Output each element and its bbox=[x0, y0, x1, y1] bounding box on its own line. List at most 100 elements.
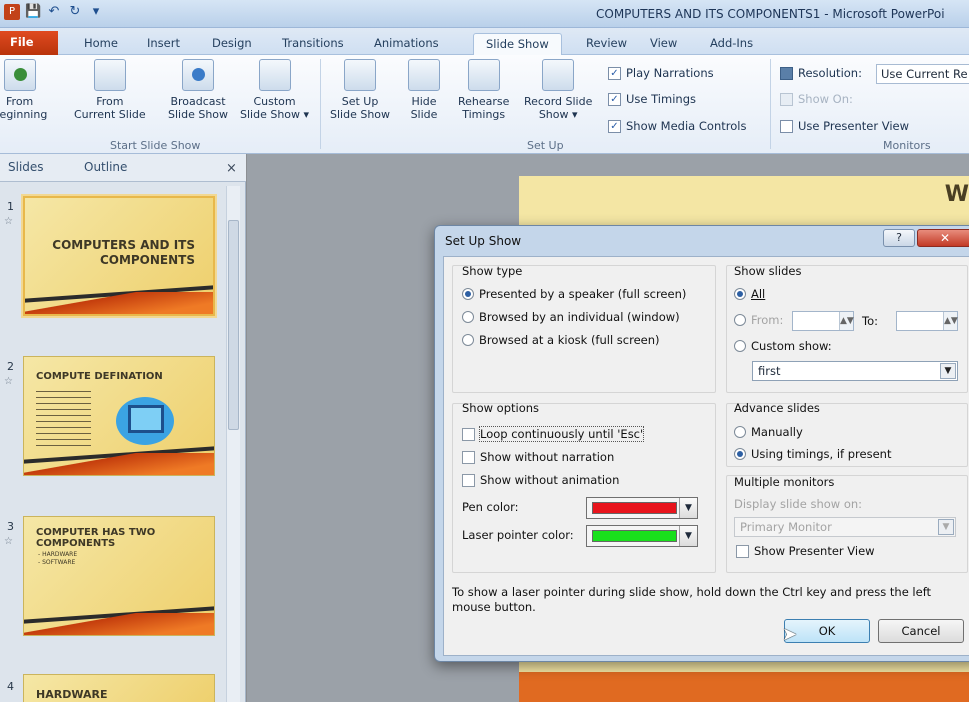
from-slide-spinner[interactable]: ▲▼ bbox=[792, 311, 854, 331]
browsed-by-individual-radio[interactable]: Browsed by an individual (window) bbox=[462, 310, 680, 324]
tab-view[interactable]: View bbox=[638, 33, 689, 55]
presented-by-speaker-radio[interactable]: Presented by a speaker (full screen) bbox=[462, 287, 686, 301]
undo-icon[interactable]: ↶ bbox=[46, 4, 62, 20]
use-timings-checkbox[interactable]: ✓ Use Timings bbox=[608, 92, 696, 106]
spinner-arrows-icon[interactable]: ▲▼ bbox=[943, 312, 958, 330]
projector-icon bbox=[93, 59, 126, 91]
slide-number: 1 bbox=[7, 200, 14, 213]
tab-insert[interactable]: Insert bbox=[135, 33, 192, 55]
setup-show-icon bbox=[344, 59, 377, 91]
show-presenter-view-checkbox[interactable]: Show Presenter View bbox=[736, 544, 875, 558]
multiple-monitors-label: Multiple monitors bbox=[734, 475, 835, 489]
tab-review[interactable]: Review bbox=[574, 33, 639, 55]
custom-slide-show-button[interactable]: Custom Slide Show ▾ bbox=[240, 59, 309, 121]
tab-home[interactable]: Home bbox=[72, 33, 130, 55]
tab-animations[interactable]: Animations bbox=[362, 33, 451, 55]
slide-title: COMPUTERS AND ITS COMPONENTS bbox=[52, 238, 195, 267]
slide-thumbnail-3[interactable]: COMPUTER HAS TWO COMPONENTS - HARDWARE -… bbox=[23, 516, 215, 636]
advance-slides-label: Advance slides bbox=[734, 401, 820, 415]
all-slides-radio[interactable]: All bbox=[734, 287, 765, 301]
resolution-label: Resolution: bbox=[780, 66, 862, 80]
pen-color-label: Pen color: bbox=[462, 500, 519, 514]
monitor-icon bbox=[780, 66, 793, 80]
use-presenter-view-checkbox[interactable]: Use Presenter View bbox=[780, 119, 909, 133]
tab-design[interactable]: Design bbox=[200, 33, 264, 55]
dialog-body: Show type Presented by a speaker (full s… bbox=[443, 256, 969, 656]
group-separator bbox=[320, 59, 321, 149]
chevron-down-icon[interactable]: ▼ bbox=[679, 498, 697, 518]
redo-icon[interactable]: ↻ bbox=[67, 4, 83, 20]
play-narrations-checkbox[interactable]: ✓ Play Narrations bbox=[608, 66, 714, 80]
to-slide-spinner[interactable]: ▲▼ bbox=[896, 311, 958, 331]
hide-slide-icon bbox=[408, 59, 440, 91]
help-button[interactable]: ? bbox=[883, 229, 915, 247]
panel-scrollbar[interactable] bbox=[226, 186, 240, 702]
save-icon[interactable]: 💾 bbox=[25, 4, 41, 20]
slide-title: COMPUTER HAS TWO COMPONENTS bbox=[36, 527, 156, 549]
resolution-select[interactable]: Use Current Re bbox=[876, 64, 969, 84]
custom-show-radio[interactable]: Custom show: bbox=[734, 339, 832, 353]
ribbon: From Beginning From Current Slide Broadc… bbox=[0, 55, 969, 154]
customize-qat-icon[interactable]: ▾ bbox=[88, 4, 104, 20]
show-without-narration-checkbox[interactable]: Show without narration bbox=[462, 450, 614, 464]
tab-file[interactable]: File bbox=[0, 31, 58, 55]
display-slide-show-on-label: Display slide show on: bbox=[734, 497, 863, 511]
chevron-down-icon[interactable]: ▼ bbox=[679, 526, 697, 546]
show-on-label: Show On: bbox=[780, 92, 853, 106]
slide-thumbnail-1[interactable]: COMPUTERS AND ITS COMPONENTS bbox=[23, 196, 215, 316]
title-bar: P 💾 ↶ ↻ ▾ COMPUTERS AND ITS COMPONENTS1 … bbox=[0, 0, 969, 28]
laser-pointer-color-picker[interactable]: ▼ bbox=[586, 525, 698, 547]
show-media-controls-checkbox[interactable]: ✓ Show Media Controls bbox=[608, 119, 746, 133]
show-slides-label: Show slides bbox=[734, 264, 802, 278]
rehearse-timings-button[interactable]: Rehearse Timings bbox=[458, 59, 509, 121]
manually-radio[interactable]: Manually bbox=[734, 425, 803, 439]
close-panel-icon[interactable]: × bbox=[226, 161, 237, 176]
slides-panel: Slides Outline × 1 ☆ COMPUTERS AND ITS C… bbox=[0, 154, 246, 702]
slide-bullets: - HARDWARE - SOFTWARE bbox=[38, 551, 78, 566]
app-icon[interactable]: P bbox=[4, 4, 20, 20]
window-title: COMPUTERS AND ITS COMPONENTS1 - Microsof… bbox=[596, 7, 945, 21]
checkmark-icon: ✓ bbox=[608, 92, 621, 106]
transition-star-icon: ☆ bbox=[4, 536, 13, 547]
slide-thumbnail-2[interactable]: COMPUTE DEFINATION bbox=[23, 356, 215, 476]
close-button[interactable]: ✕ bbox=[917, 229, 969, 247]
tab-slides[interactable]: Slides bbox=[8, 160, 44, 174]
using-timings-radio[interactable]: Using timings, if present bbox=[734, 447, 891, 461]
from-radio[interactable]: From: bbox=[734, 313, 783, 327]
transition-star-icon: ☆ bbox=[4, 376, 13, 387]
tab-slide-show[interactable]: Slide Show bbox=[473, 33, 562, 56]
to-label: To: bbox=[862, 314, 878, 328]
browsed-at-kiosk-radio[interactable]: Browsed at a kiosk (full screen) bbox=[462, 333, 660, 347]
record-slide-show-button[interactable]: Record Slide Show ▾ bbox=[524, 59, 592, 121]
chevron-down-icon: ▼ bbox=[938, 519, 954, 535]
chevron-down-icon[interactable]: ▼ bbox=[940, 363, 956, 379]
tab-add-ins[interactable]: Add-Ins bbox=[698, 33, 765, 55]
from-beginning-button[interactable]: From Beginning bbox=[0, 59, 47, 121]
group-label-monitors: Monitors bbox=[883, 139, 931, 152]
panel-tabs: Slides Outline × bbox=[0, 154, 246, 182]
pen-color-picker[interactable]: ▼ bbox=[586, 497, 698, 519]
powerpoint-window: P 💾 ↶ ↻ ▾ COMPUTERS AND ITS COMPONENTS1 … bbox=[0, 0, 969, 702]
custom-show-select[interactable]: first ▼ bbox=[752, 361, 958, 381]
spinner-arrows-icon[interactable]: ▲▼ bbox=[839, 312, 854, 330]
show-without-animation-checkbox[interactable]: Show without animation bbox=[462, 473, 619, 487]
group-label-setup: Set Up bbox=[527, 139, 564, 152]
mouse-cursor-icon: ➤ bbox=[782, 624, 798, 645]
broadcast-slide-show-button[interactable]: Broadcast Slide Show bbox=[168, 59, 228, 121]
display-monitor-select[interactable]: Primary Monitor ▼ bbox=[734, 517, 956, 537]
show-options-label: Show options bbox=[462, 401, 540, 415]
broadcast-icon bbox=[182, 59, 215, 91]
dialog-title: Set Up Show bbox=[445, 234, 522, 248]
cancel-button[interactable]: Cancel bbox=[878, 619, 964, 643]
tab-outline[interactable]: Outline bbox=[84, 160, 127, 174]
tab-transitions[interactable]: Transitions bbox=[270, 33, 356, 55]
slide-thumbnail-4[interactable]: HARDWARE bbox=[23, 674, 215, 702]
from-current-slide-button[interactable]: From Current Slide bbox=[74, 59, 146, 121]
slide-number: 3 bbox=[7, 520, 14, 533]
checkmark-icon: ✓ bbox=[608, 66, 621, 80]
hide-slide-button[interactable]: Hide Slide bbox=[408, 59, 440, 121]
set-up-slide-show-button[interactable]: Set Up Slide Show bbox=[330, 59, 390, 121]
loop-continuously-checkbox[interactable]: Loop continuously until 'Esc' bbox=[462, 426, 645, 442]
scrollbar-thumb[interactable] bbox=[228, 220, 239, 430]
show-type-group bbox=[452, 265, 716, 393]
